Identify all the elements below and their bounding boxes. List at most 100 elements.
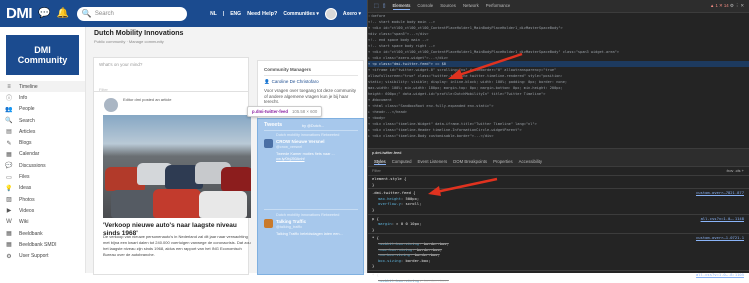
sidebar-menu: ≡TimelineⓘInfo👥People🔍Search▤Articles✎Bl… (0, 81, 85, 262)
notifications-icon[interactable]: 🔔 (56, 8, 68, 19)
sidebar-item-icon: 🔍 (5, 117, 13, 124)
more-icon[interactable]: ⋮ (735, 3, 739, 8)
devtools-errors: ▲ 1 ✕ 14 ⚙ ⋮ ✕ (710, 3, 744, 9)
sidebar-item-discussions[interactable]: 💬Discussions (0, 160, 85, 171)
lang-separator: | (223, 11, 224, 17)
css-rule-selector[interactable]: } (368, 207, 749, 213)
avatar[interactable] (104, 98, 118, 112)
community-logo[interactable]: DMI Community (6, 35, 79, 75)
css-decl-text: -webkit-box-sizing: border-box; (372, 278, 449, 283)
inspect-element-icon[interactable]: ⬚ (374, 3, 379, 9)
tab-event-listeners[interactable]: Event Listeners (418, 159, 448, 164)
css-selector: p { (372, 216, 379, 221)
twitter-feed[interactable]: Tweets by @Dutch... Dutch mobility innov… (257, 118, 364, 275)
search-icon: 🔍 (82, 9, 92, 18)
sidebar-item-ideas[interactable]: 💡Ideas (0, 183, 85, 194)
article-image[interactable] (103, 115, 251, 218)
sidebar-item-videos[interactable]: ▶Videos (0, 205, 85, 216)
error-count[interactable]: ▲ 1 ✕ 14 (710, 3, 729, 8)
sidebar-item-icon: ✎ (5, 140, 13, 147)
sidebar-item-timeline[interactable]: ≡Timeline (0, 81, 85, 92)
chat-icon[interactable]: 💬 (38, 8, 50, 19)
user-menu[interactable]: Axero ▾ (343, 11, 361, 17)
sidebar-item-calendar[interactable]: ▦Calendar (0, 149, 85, 160)
tweet-author[interactable]: Talking Traffic (276, 219, 306, 224)
dom-breadcrumbs[interactable]: p.dmi-twitter-feed (368, 148, 749, 157)
communities-menu[interactable]: Communities ▾ (283, 11, 319, 17)
css-rule-divider (368, 270, 749, 271)
sidebar-item-wiki[interactable]: WWiki (0, 217, 85, 228)
sidebar-item-articles[interactable]: ▤Articles (0, 126, 85, 137)
community-logo-top: DMI (34, 45, 51, 55)
settings-icon[interactable]: ⚙ (730, 3, 734, 8)
tooltip-element-size: 105.58 × 600 (292, 109, 317, 114)
tab-sources[interactable]: Sources (440, 3, 456, 10)
chevron-down-icon: ▾ (316, 11, 319, 17)
css-property: margin (378, 221, 392, 226)
search-input[interactable]: 🔍 Search (77, 7, 187, 21)
tweet-handle[interactable]: @crow_versnel (276, 145, 302, 149)
css-selector: element.style { (372, 176, 406, 181)
community-sidebar: DMI Community ≡TimelineⓘInfo👥People🔍Sear… (0, 27, 86, 273)
sidebar-item-icon: ▨ (5, 196, 13, 203)
sidebar-item-files[interactable]: ▭Files (0, 171, 85, 182)
top-navbar: DMI 💬 🔔 🔍 Search NL | ENG Need Help? Com… (0, 0, 367, 27)
tweet-link[interactable]: ow.ly/0bjJ50Anhf (276, 157, 305, 161)
css-decl-text: -ms-box-sizing: border-box; (372, 252, 440, 257)
manager-link[interactable]: 👤Caroline De Christofaro (264, 79, 319, 85)
sidebar-item-user-support[interactable]: ⚙User Support (0, 250, 85, 261)
avatar[interactable] (264, 219, 273, 228)
need-help-link[interactable]: Need Help? (247, 11, 277, 17)
tweet-author[interactable]: CROW Nieuwe Versnel (276, 139, 325, 144)
sidebar-item-label: Articles (19, 129, 35, 135)
tab-performance[interactable]: Performance (486, 3, 511, 10)
tab-accessibility[interactable]: Accessibility (519, 159, 542, 164)
dom-node[interactable]: ▸ <div class="timeline-Body customisable… (368, 133, 749, 139)
tab-dom-breakpoints[interactable]: DOM Breakpoints (453, 159, 487, 164)
sidebar-item-label: Files (19, 174, 30, 180)
sidebar-item-blogs[interactable]: ✎Blogs (0, 137, 85, 148)
css-rule-selector[interactable]: } (368, 263, 749, 269)
lang-eng-link[interactable]: ENG (230, 11, 241, 17)
sidebar-item-photos[interactable]: ▨Photos (0, 194, 85, 205)
css-selector: * { (372, 235, 379, 240)
sidebar-item-people[interactable]: 👥People (0, 104, 85, 115)
devtools-panel: ⬚ ▯ ElementsConsoleSourcesNetworkPerform… (367, 0, 749, 273)
manager-name: Caroline De Christofaro (272, 79, 319, 84)
css-decl-text: -webkit-box-sizing: border-box; (372, 241, 449, 246)
page-subtitle[interactable]: Public community · Manage community (94, 39, 164, 44)
css-rule-divider (368, 233, 749, 234)
tab-properties[interactable]: Properties (493, 159, 513, 164)
close-icon[interactable]: ✕ (740, 3, 744, 8)
sidebar-item-beeldbank[interactable]: ▦Beeldbank (0, 228, 85, 239)
css-rule-selector[interactable]: } (368, 227, 749, 233)
sidebar-item-beeldbank-smdi[interactable]: ▦Beeldbank SMDI (0, 239, 85, 250)
avatar[interactable] (264, 139, 273, 148)
tab-styles[interactable]: Styles (374, 159, 386, 165)
tweet-handle[interactable]: @talking_traffic (276, 225, 302, 229)
manager-description: Voor vragen over toegang tot deze commun… (264, 88, 360, 105)
styles-filter-input[interactable]: Filter (372, 168, 381, 173)
sidebar-item-label: Beeldbank SMDI (19, 242, 57, 248)
tab-console[interactable]: Console (417, 3, 433, 10)
css-value: border-box; (415, 252, 440, 257)
lang-nl-link[interactable]: NL (210, 11, 217, 17)
dom-tree[interactable]: ::before <!-- start module body main -->… (368, 13, 749, 148)
tweets-by[interactable]: by @Dutch... (302, 124, 324, 128)
css-decl-text: max-height: 500px; (372, 196, 419, 201)
sidebar-item-info[interactable]: ⓘInfo (0, 92, 85, 103)
styles-filter-tools[interactable]: :hov .cls + (726, 168, 744, 173)
tab-elements[interactable]: Elements (393, 3, 411, 10)
sidebar-item-search[interactable]: 🔍Search (0, 115, 85, 126)
tab-computed[interactable]: Computed (392, 159, 412, 164)
breadcrumb-current[interactable]: p.dmi-twitter-feed (372, 151, 401, 155)
css-declaration[interactable]: -webkit-box-sizing: border-box; (368, 278, 749, 283)
css-value: scroll; (405, 201, 421, 206)
brand-logo[interactable]: DMI (6, 5, 32, 22)
user-avatar[interactable] (325, 8, 337, 20)
tab-network[interactable]: Network (463, 3, 479, 10)
css-property: max-height (378, 196, 401, 201)
widget-title: Community Managers (264, 67, 311, 72)
annotation-arrow (444, 52, 524, 82)
sidebar-item-label: User Support (19, 253, 48, 259)
